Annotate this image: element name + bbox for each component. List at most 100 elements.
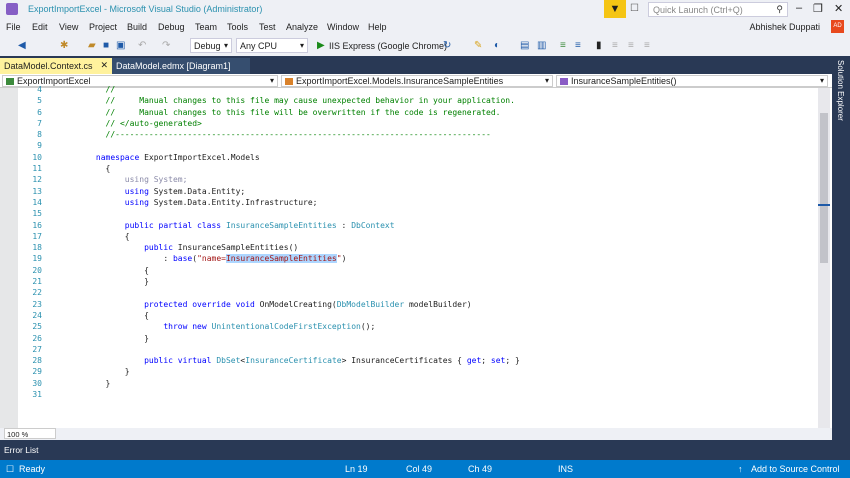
open-file-icon[interactable]: ▰ (88, 40, 96, 51)
tab-datamodel-edmx[interactable]: DataModel.edmx [Diagram1] (112, 58, 250, 74)
code-line: 18 public InsuranceSampleEntities() (20, 242, 520, 253)
code-line: 4 // (20, 84, 520, 95)
feedback-icon[interactable]: ☐ (630, 3, 639, 14)
menu-build[interactable]: Build (127, 22, 147, 32)
line-number: 17 (32, 231, 42, 241)
code-token: System.Data.Entity.Infrastructure; (148, 197, 318, 207)
code-token: using (124, 186, 149, 196)
add-to-source-control-button[interactable]: Add to Source Control (751, 464, 840, 474)
undo-icon[interactable]: ↶ (138, 40, 146, 51)
code-token: InsuranceSampleEntities() (172, 243, 299, 253)
code-token: { (67, 310, 149, 320)
close-button[interactable]: ✕ (834, 2, 843, 15)
code-line: 21 } (20, 276, 520, 287)
tab-label: DataModel.Context.cs (4, 61, 93, 71)
platform-dropdown[interactable]: Any CPU (236, 38, 308, 53)
code-token: : (336, 220, 352, 230)
toolbox-icon[interactable]: ▤ (520, 40, 529, 51)
status-line: Ln 19 (345, 464, 368, 474)
code-token: "name= (197, 254, 226, 264)
menu-window[interactable]: Window (327, 22, 359, 32)
solution-explorer-tab[interactable]: Solution Explorer (832, 58, 850, 458)
code-token: namespace (95, 152, 140, 162)
menu-edit[interactable]: Edit (32, 22, 48, 32)
browser-link-icon[interactable]: ✎ (474, 40, 482, 51)
code-line: 6 // Manual changes to this file will be… (20, 107, 520, 118)
refresh-icon[interactable]: ↻ (443, 40, 451, 51)
run-icon[interactable]: ▶ (317, 40, 325, 51)
clear-bookmarks-icon[interactable]: ≡ (644, 40, 650, 51)
code-token: UnintentionalCodeFirstException (211, 322, 361, 332)
menu-team[interactable]: Team (195, 22, 217, 32)
menu-help[interactable]: Help (368, 22, 387, 32)
menu-view[interactable]: View (59, 22, 78, 32)
member-dropdown[interactable]: InsuranceSampleEntities() (556, 75, 828, 87)
zoom-dropdown[interactable]: 100 % (4, 428, 56, 439)
comment-icon[interactable]: ≡ (560, 40, 566, 51)
menu-tools[interactable]: Tools (227, 22, 248, 32)
save-all-icon[interactable]: ▣ (116, 40, 125, 51)
code-line: 15 (20, 208, 520, 219)
menu-project[interactable]: Project (89, 22, 117, 32)
upload-icon: ↑ (738, 464, 743, 474)
menu-test[interactable]: Test (259, 22, 276, 32)
code-line: 23 protected override void OnModelCreati… (20, 299, 520, 310)
vertical-scrollbar[interactable] (818, 88, 830, 428)
next-bookmark-icon[interactable]: ≡ (628, 40, 634, 51)
redo-icon[interactable]: ↷ (162, 40, 170, 51)
code-line: 14 using System.Data.Entity.Infrastructu… (20, 197, 520, 208)
code-token: using System; (124, 175, 188, 185)
line-number: 8 (37, 130, 42, 140)
code-line: 26 } (20, 333, 520, 344)
line-number: 12 (32, 175, 42, 185)
line-number: 13 (32, 186, 42, 196)
minimize-button[interactable]: – (796, 2, 802, 14)
status-insert-mode: INS (558, 464, 574, 474)
save-icon[interactable]: ■ (103, 40, 109, 51)
tab-datamodel-context[interactable]: DataModel.Context.cs ✕ (0, 58, 112, 74)
restore-button[interactable]: ❐ (813, 2, 823, 15)
new-project-icon[interactable]: ✱ (60, 40, 68, 51)
code-token: OnModelCreating( (254, 299, 337, 309)
uncomment-icon[interactable]: ≡ (575, 40, 581, 51)
code-token: { (67, 231, 130, 241)
search-icon: ⚲ (776, 4, 783, 14)
navigate-back-icon[interactable]: ◀ (18, 40, 26, 51)
code-token: ) (341, 254, 347, 264)
browser-sync-icon[interactable]: ◐ (494, 40, 500, 51)
project-icon (6, 78, 14, 85)
properties-icon[interactable]: ▥ (537, 40, 546, 51)
code-token: //--------------------------------------… (67, 130, 491, 140)
notifications-filter-icon[interactable]: ▼ (604, 0, 626, 18)
menu-debug[interactable]: Debug (158, 22, 185, 32)
code-token: modelBuilder) (404, 299, 472, 309)
run-button[interactable]: IIS Express (Google Chrome) (329, 41, 447, 51)
user-account[interactable]: Abhishek Duppati (749, 22, 820, 32)
code-line: 29 } (20, 366, 520, 377)
bookmark-icon[interactable]: ▮ (596, 40, 602, 51)
code-line: 17 { (20, 231, 520, 242)
code-token: get (466, 356, 482, 366)
avatar[interactable]: AD (831, 20, 844, 33)
code-token: { (67, 265, 149, 275)
code-line: 10 namespace ExportImportExcel.Models (20, 152, 520, 163)
code-line: 22 (20, 287, 520, 298)
line-number: 5 (37, 96, 42, 106)
menu-analyze[interactable]: Analyze (286, 22, 318, 32)
status-bar: ☐ Ready Ln 19 Col 49 Ch 49 INS ↑ Add to … (0, 460, 850, 478)
configuration-dropdown[interactable]: Debug (190, 38, 232, 53)
line-number: 24 (32, 310, 42, 320)
code-editor[interactable]: 4 //5 // Manual changes to this file may… (0, 85, 832, 428)
window-title: ExportImportExcel - Microsoft Visual Stu… (28, 4, 263, 14)
close-tab-icon[interactable]: ✕ (100, 60, 108, 71)
menu-file[interactable]: File (6, 22, 21, 32)
code-line: 13 using System.Data.Entity; (20, 186, 520, 197)
code-token: InsuranceSampleEntities (225, 254, 337, 264)
error-list-tab[interactable]: Error List (4, 445, 38, 455)
quick-launch-input[interactable]: Quick Launch (Ctrl+Q) ⚲ (648, 2, 788, 17)
prev-bookmark-icon[interactable]: ≡ (612, 40, 618, 51)
scrollbar-thumb[interactable] (820, 113, 828, 263)
